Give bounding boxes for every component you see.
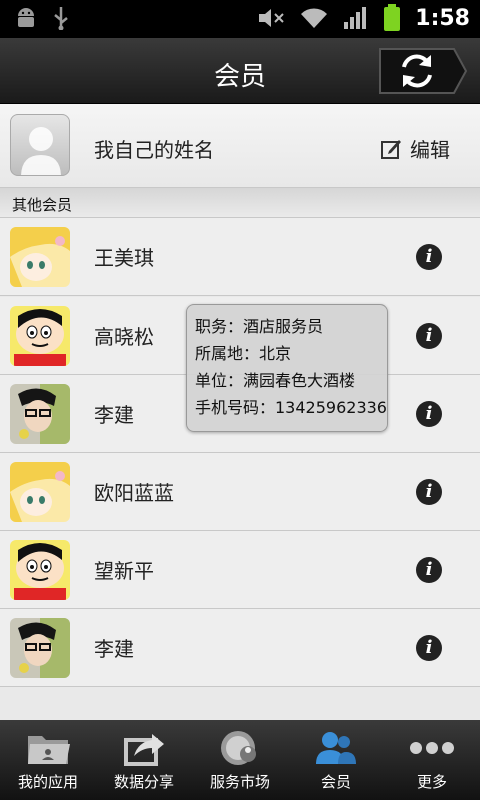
android-debug-icon bbox=[18, 8, 34, 27]
tab-label: 数据分享 bbox=[113, 773, 174, 791]
edit-label: 编辑 bbox=[410, 138, 450, 162]
member-info-popup: 职务：酒店服务员 所属地：北京 单位：满园春色大酒楼 手机号码：13425962… bbox=[186, 304, 388, 432]
member-name: 李建 bbox=[94, 637, 134, 661]
refresh-button[interactable] bbox=[376, 47, 468, 95]
edit-icon bbox=[381, 139, 401, 159]
member-name: 欧阳蓝蓝 bbox=[94, 481, 174, 505]
member-avatar bbox=[10, 540, 70, 600]
share-icon bbox=[124, 734, 164, 766]
default-avatar bbox=[10, 114, 70, 176]
info-icon[interactable]: i bbox=[416, 557, 442, 583]
info-icon[interactable]: i bbox=[416, 401, 442, 427]
member-name: 望新平 bbox=[94, 559, 154, 583]
member-avatar bbox=[10, 227, 70, 287]
bottom-tab-bar: 我的应用 数据分享 服务市场 会员 更多 bbox=[0, 720, 480, 800]
popup-phone: 手机号码：13425962336 bbox=[195, 398, 387, 417]
member-row[interactable]: 欧阳蓝蓝 i bbox=[0, 453, 480, 531]
member-name: 李建 bbox=[94, 403, 134, 427]
tab-service-market[interactable]: 服务市场 bbox=[192, 720, 288, 800]
info-icon[interactable]: i bbox=[416, 244, 442, 270]
tab-label: 会员 bbox=[320, 773, 351, 791]
self-profile-row[interactable]: 我自己的姓名 编辑 bbox=[0, 104, 480, 188]
member-avatar bbox=[10, 618, 70, 678]
clock: 1:58 bbox=[415, 5, 470, 31]
tab-label: 更多 bbox=[416, 773, 447, 791]
member-name: 高晓松 bbox=[94, 325, 154, 349]
popup-location: 所属地：北京 bbox=[195, 344, 292, 363]
info-icon[interactable]: i bbox=[416, 323, 442, 349]
member-name: 王美琪 bbox=[94, 246, 154, 270]
edit-button[interactable]: 编辑 bbox=[380, 134, 450, 163]
self-name: 我自己的姓名 bbox=[94, 138, 214, 162]
info-icon[interactable]: i bbox=[416, 479, 442, 505]
member-row[interactable]: 望新平 i bbox=[0, 531, 480, 609]
section-label: 其他会员 bbox=[12, 196, 73, 214]
section-header: 其他会员 bbox=[0, 188, 480, 218]
members-icon bbox=[316, 732, 356, 764]
more-icon bbox=[410, 742, 454, 754]
tab-members[interactable]: 会员 bbox=[288, 720, 384, 800]
folder-icon bbox=[28, 736, 70, 764]
status-bar: 1:58 bbox=[0, 0, 480, 38]
member-avatar bbox=[10, 306, 70, 366]
market-icon bbox=[221, 731, 256, 765]
tab-label: 我的应用 bbox=[17, 773, 78, 791]
tab-more[interactable]: 更多 bbox=[384, 720, 480, 800]
tab-data-share[interactable]: 数据分享 bbox=[96, 720, 192, 800]
usb-icon bbox=[54, 7, 68, 30]
member-avatar bbox=[10, 462, 70, 522]
mute-icon bbox=[259, 9, 284, 27]
wifi-icon bbox=[301, 8, 328, 28]
popup-position: 职务：酒店服务员 bbox=[195, 317, 324, 336]
tab-my-apps[interactable]: 我的应用 bbox=[0, 720, 96, 800]
title-bar: 会员 bbox=[0, 38, 480, 104]
member-row[interactable]: 王美琪 i bbox=[0, 218, 480, 296]
tab-label: 服务市场 bbox=[209, 773, 270, 791]
battery-icon bbox=[384, 4, 401, 31]
info-icon[interactable]: i bbox=[416, 635, 442, 661]
member-row[interactable]: 李建 i bbox=[0, 609, 480, 687]
popup-company: 单位：满园春色大酒楼 bbox=[195, 371, 356, 390]
signal-icon bbox=[344, 7, 367, 29]
member-avatar bbox=[10, 384, 70, 444]
